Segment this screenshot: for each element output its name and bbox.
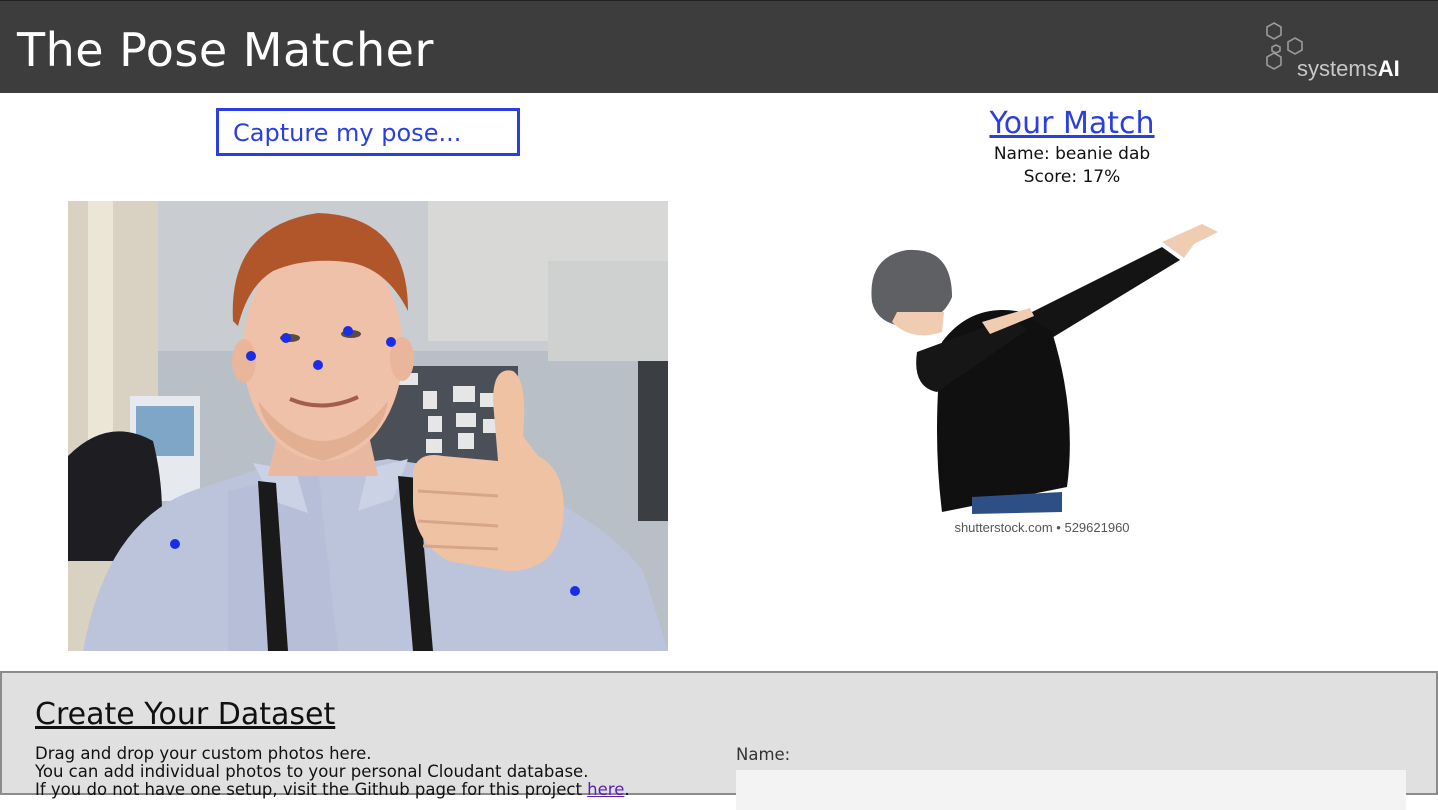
- watermark-text: shutterstock.com • 529621960: [954, 520, 1129, 535]
- instruction-line-2: You can add individual photos to your pe…: [35, 762, 589, 781]
- instruction-line-3-suffix: .: [624, 780, 630, 799]
- create-dataset-dropzone[interactable]: Create Your Dataset Drag and drop your c…: [0, 671, 1438, 810]
- webcam-feed: [68, 201, 668, 651]
- dataset-instructions: Drag and drop your custom photos here. Y…: [35, 745, 630, 799]
- app-header: The Pose Matcher systemsAI: [0, 0, 1438, 93]
- instruction-line-1: Drag and drop your custom photos here.: [35, 744, 372, 763]
- github-here-link[interactable]: here: [587, 780, 624, 799]
- logo-wordmark-light: systems: [1297, 56, 1378, 81]
- name-label: Name:: [736, 745, 791, 764]
- match-image: shutterstock.com • 529621960: [862, 212, 1222, 542]
- dataset-title: Create Your Dataset: [35, 697, 336, 732]
- capture-pose-button[interactable]: Capture my pose...: [216, 108, 520, 156]
- instruction-line-3: If you do not have one setup, visit the …: [35, 781, 630, 799]
- your-match-link[interactable]: Your Match: [872, 106, 1272, 141]
- logo-wordmark: systemsAI: [1297, 56, 1400, 82]
- webcam-photo: [68, 201, 668, 651]
- name-input[interactable]: [736, 770, 1406, 810]
- systemsai-logo: systemsAI: [1262, 21, 1422, 83]
- app-title: The Pose Matcher: [17, 23, 434, 77]
- match-name: Name: beanie dab: [993, 144, 1151, 164]
- dab-pose-photo: shutterstock.com • 529621960: [862, 212, 1222, 542]
- logo-wordmark-bold: AI: [1377, 56, 1400, 81]
- match-score: Score: 17%: [1023, 167, 1121, 187]
- instruction-line-3-text: If you do not have one setup, visit the …: [35, 780, 588, 799]
